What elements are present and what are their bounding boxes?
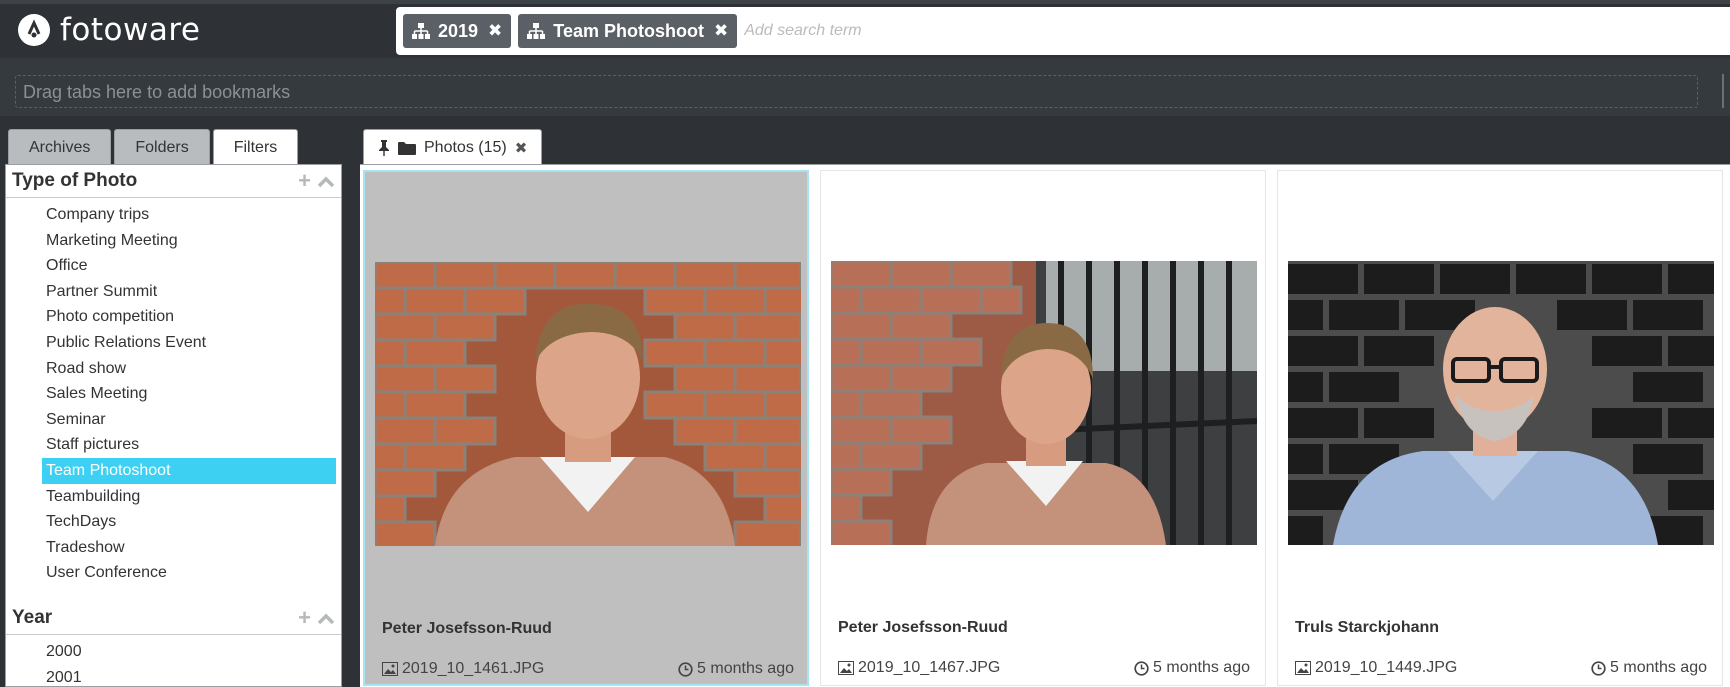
search-chip-year[interactable]: 2019 ✖ [403, 14, 512, 48]
filter-group-tools: + [298, 606, 335, 629]
asset-file: 2019_10_1461.JPG [382, 660, 544, 678]
search-input[interactable] [744, 22, 1145, 40]
asset-thumbnail[interactable] [831, 261, 1257, 545]
filter-group-year: Year + 2000 2001 [6, 602, 341, 687]
asset-file: 2019_10_1449.JPG [1295, 659, 1457, 677]
filter-item-selected[interactable]: Team Photoshoot [42, 457, 336, 484]
chip-label: 2019 [438, 20, 479, 41]
clock-icon [1591, 660, 1606, 676]
filter-items: 2000 2001 [6, 635, 341, 687]
bookmark-hint: Drag tabs here to add bookmarks [23, 82, 291, 102]
filter-item[interactable]: 2000 [6, 639, 331, 665]
asset-age: 5 months ago [1591, 659, 1707, 677]
asset-thumbnail[interactable] [375, 262, 801, 546]
filter-items: Company trips Marketing Meeting Office P… [6, 198, 341, 586]
filter-item[interactable]: Staff pictures [6, 432, 331, 458]
asset-age-text: 5 months ago [1153, 659, 1250, 676]
image-icon [838, 661, 854, 675]
image-icon [382, 662, 398, 676]
tab-label: Photos (15) [424, 138, 507, 156]
tab-archives[interactable]: Archives [8, 129, 112, 165]
collapse-icon[interactable] [317, 607, 335, 629]
filter-item[interactable]: Tradeshow [6, 535, 331, 561]
filter-item[interactable]: Company trips [6, 202, 331, 228]
asset-card[interactable]: Peter Josefsson-Ruud 2019_10_1467.JPG 5 … [820, 170, 1266, 686]
filter-item[interactable]: Public Relations Event [6, 330, 331, 356]
filter-item[interactable]: Teambuilding [6, 484, 331, 510]
asset-meta: 2019_10_1449.JPG 5 months ago [1295, 659, 1707, 677]
filter-group-title: Year [12, 606, 53, 628]
search-bar[interactable]: 2019 ✖ Team Photoshoot ✖ [396, 7, 1730, 55]
bookmarks-bar: Drag tabs here to add bookmarks [0, 58, 1730, 116]
resize-handle[interactable] [1722, 74, 1724, 108]
add-icon[interactable]: + [298, 606, 311, 629]
folder-icon [398, 141, 416, 155]
asset-file: 2019_10_1467.JPG [838, 659, 1000, 677]
image-icon [1295, 661, 1311, 675]
hierarchy-icon [527, 23, 546, 39]
fotoware-logo-icon [18, 14, 50, 46]
filter-item[interactable]: 2001 [6, 665, 331, 687]
asset-card[interactable]: Peter Josefsson-Ruud 2019_10_1461.JPG 5 … [363, 170, 809, 686]
asset-filename: 2019_10_1449.JPG [1315, 659, 1458, 676]
bookmark-drop-zone[interactable]: Drag tabs here to add bookmarks [15, 75, 1698, 108]
filter-item[interactable]: Partner Summit [6, 279, 331, 305]
filter-item[interactable]: User Conference [6, 560, 331, 586]
filter-group-header[interactable]: Year + [6, 602, 341, 635]
asset-title: Peter Josefsson-Ruud [838, 619, 1008, 636]
search-chip-type[interactable]: Team Photoshoot ✖ [518, 14, 738, 48]
asset-filename: 2019_10_1467.JPG [858, 659, 1001, 676]
results-grid: Peter Josefsson-Ruud 2019_10_1461.JPG 5 … [360, 164, 1730, 687]
filter-group-type-of-photo: Type of Photo + Company trips Marketing … [6, 165, 341, 586]
asset-meta: 2019_10_1467.JPG 5 months ago [838, 659, 1250, 677]
filter-item[interactable]: Seminar [6, 407, 331, 433]
filter-item[interactable]: Marketing Meeting [6, 228, 331, 254]
filter-item[interactable]: Road show [6, 356, 331, 382]
asset-filename: 2019_10_1461.JPG [402, 660, 545, 677]
clock-icon [678, 661, 693, 677]
asset-age-text: 5 months ago [1610, 659, 1707, 676]
filter-item[interactable]: Sales Meeting [6, 381, 331, 407]
filter-group-tools: + [298, 170, 335, 192]
left-panel-tabs: Archives Folders Filters [8, 129, 301, 166]
filter-item[interactable]: Office [6, 253, 331, 279]
asset-meta: 2019_10_1461.JPG 5 months ago [382, 660, 794, 678]
filter-group-header[interactable]: Type of Photo + [6, 165, 341, 198]
pin-icon[interactable] [378, 139, 390, 156]
chip-label: Team Photoshoot [553, 20, 704, 41]
filter-item[interactable]: TechDays [6, 509, 331, 535]
asset-age-text: 5 months ago [697, 660, 794, 677]
filters-panel: Type of Photo + Company trips Marketing … [5, 164, 342, 687]
tab-photos[interactable]: Photos (15) ✖ [363, 129, 543, 165]
add-icon[interactable]: + [298, 170, 311, 192]
filter-group-title: Type of Photo [12, 170, 138, 191]
brand-name: fotoware [60, 12, 201, 48]
asset-age: 5 months ago [1134, 659, 1250, 677]
tab-filters[interactable]: Filters [212, 129, 299, 166]
asset-card[interactable]: Truls Starckjohann 2019_10_1449.JPG 5 mo… [1277, 170, 1723, 686]
collapse-icon[interactable] [317, 170, 335, 192]
tab-folders[interactable]: Folders [114, 129, 210, 165]
asset-thumbnail[interactable] [1288, 261, 1714, 545]
clock-icon [1134, 660, 1149, 676]
fotoware-logo[interactable]: fotoware [18, 12, 201, 48]
asset-title: Truls Starckjohann [1295, 619, 1440, 636]
asset-age: 5 months ago [678, 660, 794, 678]
close-tab-icon[interactable]: ✖ [515, 139, 528, 157]
asset-title: Peter Josefsson-Ruud [382, 620, 552, 637]
remove-chip-icon[interactable]: ✖ [488, 21, 502, 41]
hierarchy-icon [412, 23, 430, 39]
filter-item[interactable]: Photo competition [6, 304, 331, 330]
top-accent-strip [0, 0, 1730, 4]
remove-chip-icon[interactable]: ✖ [714, 21, 728, 41]
top-bar: fotoware 2019 ✖ Team Photoshoot ✖ [0, 0, 1730, 58]
